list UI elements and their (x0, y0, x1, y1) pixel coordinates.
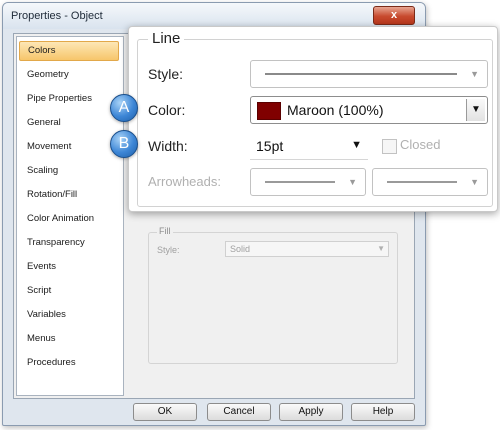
sidebar-item-events[interactable]: Events (19, 257, 119, 277)
sidebar-item-transparency[interactable]: Transparency (19, 233, 119, 253)
sidebar-item-menus[interactable]: Menus (19, 329, 119, 349)
chevron-down-icon: ▼ (377, 244, 385, 253)
sidebar-item-geometry[interactable]: Geometry (19, 65, 119, 85)
line-width-select[interactable]: 15pt ▼ (250, 132, 368, 160)
closed-label: Closed (400, 137, 441, 152)
fill-style-label: Style: (157, 245, 180, 255)
fill-group: Fill Style: Solid ▼ (148, 226, 398, 364)
sidebar-item-colors[interactable]: Colors (19, 41, 119, 61)
callout-badge-a: A (110, 94, 138, 122)
sidebar-item-general[interactable]: General (19, 113, 119, 133)
sidebar-item-movement[interactable]: Movement (19, 137, 119, 157)
line-settings-callout: Line Style: ▼ Color: Maroon (100%) ▼ Wid… (128, 26, 498, 212)
line-width-value: 15pt (256, 138, 284, 154)
line-style-select[interactable]: ▼ (250, 60, 488, 88)
start-arrowhead-select[interactable]: ▼ (250, 168, 366, 196)
window-title: Properties - Object (11, 10, 103, 22)
close-button[interactable]: x (373, 6, 415, 25)
sidebar-item-procedures[interactable]: Procedures (19, 353, 119, 373)
ok-button[interactable]: OK (133, 403, 197, 421)
color-swatch (257, 102, 281, 120)
end-arrowhead-select[interactable]: ▼ (372, 168, 488, 196)
arrowhead-preview (387, 181, 457, 183)
line-style-preview (265, 73, 457, 75)
chevron-down-icon[interactable]: ▼ (466, 99, 485, 121)
line-color-select[interactable]: Maroon (100%) ▼ (250, 96, 488, 124)
cancel-button[interactable]: Cancel (207, 403, 271, 421)
property-category-list: Colors Geometry Pipe Properties General … (16, 36, 124, 396)
line-color-label: Color: (148, 102, 186, 118)
sidebar-item-pipe-properties[interactable]: Pipe Properties (19, 89, 119, 109)
callout-badge-b: B (110, 130, 138, 158)
sidebar-item-color-animation[interactable]: Color Animation (19, 209, 119, 229)
line-width-label: Width: (148, 138, 188, 154)
apply-button[interactable]: Apply (279, 403, 343, 421)
dialog-button-bar: OK Cancel Apply Help (3, 401, 427, 425)
line-group: Line Style: ▼ Color: Maroon (100%) ▼ Wid… (137, 30, 493, 207)
chevron-down-icon: ▼ (348, 177, 357, 187)
chevron-down-icon: ▼ (470, 69, 479, 79)
fill-style-value: Solid (230, 244, 251, 254)
sidebar-item-rotation-fill[interactable]: Rotation/Fill (19, 185, 119, 205)
line-color-value: Maroon (100%) (287, 102, 384, 118)
fill-style-select[interactable]: Solid ▼ (225, 241, 389, 257)
line-group-title: Line (148, 30, 185, 47)
chevron-down-icon: ▼ (470, 177, 479, 187)
arrowheads-label: Arrowheads: (148, 174, 221, 189)
close-icon: x (390, 9, 398, 21)
caret-down-icon: ▼ (351, 139, 362, 151)
help-button[interactable]: Help (351, 403, 415, 421)
sidebar-item-script[interactable]: Script (19, 281, 119, 301)
closed-checkbox[interactable] (382, 139, 397, 154)
sidebar-item-scaling[interactable]: Scaling (19, 161, 119, 181)
arrowhead-preview (265, 181, 335, 183)
fill-group-title: Fill (157, 226, 173, 236)
sidebar-item-variables[interactable]: Variables (19, 305, 119, 325)
line-style-label: Style: (148, 66, 184, 82)
